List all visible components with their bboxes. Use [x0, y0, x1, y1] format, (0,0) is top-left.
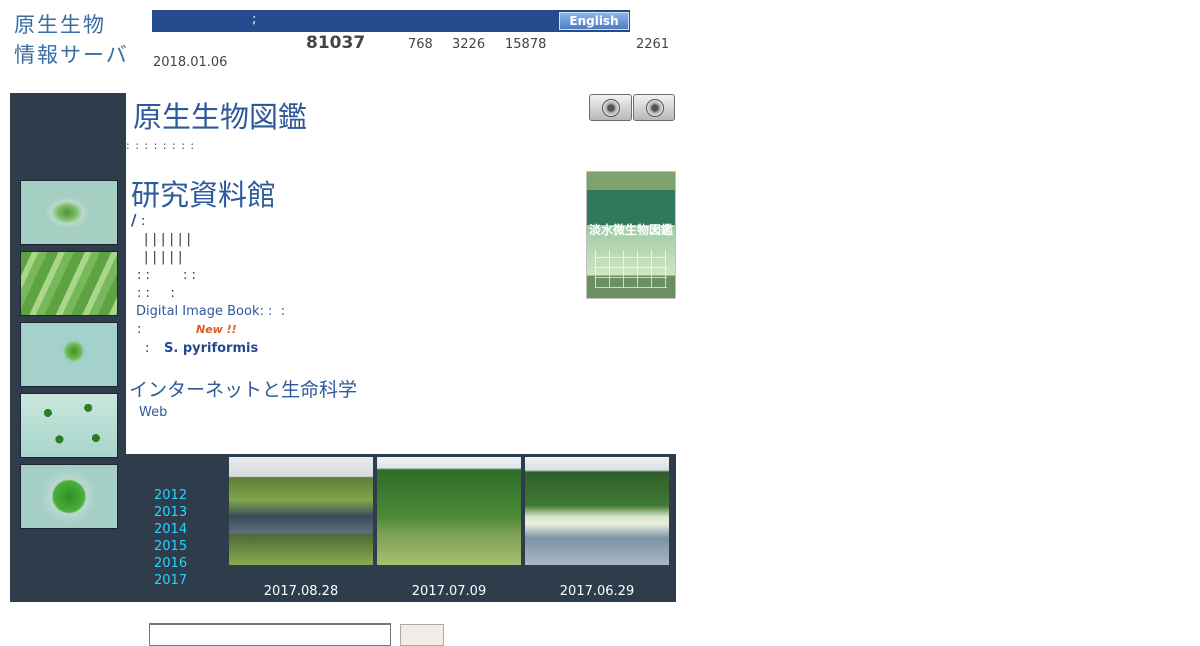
access-counter: 2261	[636, 37, 670, 52]
photo-gallery-panel: 2012 2013 2014 2015 2016 2017 2017.08.28…	[126, 454, 676, 602]
archive-line: :	[145, 341, 150, 356]
photo-date: 2017.07.09	[411, 584, 487, 599]
access-counter: 768	[408, 37, 433, 52]
archive-title[interactable]: 研究資料館	[131, 172, 276, 214]
archive-line-colon: :	[141, 214, 146, 229]
book-cover[interactable]: 淡水微生物図鑑	[586, 171, 676, 299]
updated-date: 2018.01.06	[153, 55, 228, 70]
book-cover-grid	[595, 250, 667, 288]
digital-image-book-link[interactable]: Digital Image Book: : :	[136, 304, 285, 319]
category-links[interactable]: : : : : : : : :	[126, 139, 195, 152]
internet-title[interactable]: インターネットと生命科学	[129, 375, 357, 402]
left-sidebar	[10, 93, 126, 602]
photo-date: 2017.06.29	[559, 584, 635, 599]
zukan-title[interactable]: 原生生物図鑑	[133, 94, 307, 136]
book-cover-photo	[587, 172, 675, 190]
compact-camera-icon[interactable]	[633, 94, 675, 121]
english-button[interactable]: English	[559, 12, 629, 30]
camera-icon[interactable]	[589, 94, 632, 121]
top-navigation-bar: ; English	[152, 10, 630, 32]
species-link[interactable]: S. pyriformis	[164, 341, 258, 356]
field-photo[interactable]	[525, 457, 669, 565]
site-title-line1: 原生生物	[14, 13, 106, 37]
year-link[interactable]: 2014	[154, 521, 187, 538]
archive-links-row1[interactable]: | | | | | |	[144, 232, 191, 247]
year-link[interactable]: 2016	[154, 555, 187, 572]
colony-thumbnail[interactable]	[20, 393, 118, 458]
web-link[interactable]: Web	[139, 405, 167, 420]
access-counter: 15878	[505, 37, 547, 52]
site-title-line2: 情報サーバ	[14, 43, 129, 67]
camera-lens-icon	[646, 99, 664, 117]
archive-links-row2[interactable]: | | | | |	[144, 250, 182, 265]
year-link[interactable]: 2012	[154, 487, 187, 504]
archive-line[interactable]: : : : :	[137, 268, 196, 283]
search-input[interactable]	[149, 623, 391, 646]
flagellate-thumbnail[interactable]	[20, 322, 118, 387]
site-title[interactable]: 原生生物 情報サーバ	[14, 10, 129, 70]
access-counter-total: 81037	[306, 33, 366, 53]
micrasterias-thumbnail[interactable]	[20, 464, 118, 529]
year-link[interactable]: 2017	[154, 572, 187, 589]
access-counter: 3226	[452, 37, 486, 52]
field-photo[interactable]	[377, 457, 521, 565]
book-cover-title: 淡水微生物図鑑	[588, 223, 673, 237]
camera-lens-icon	[602, 99, 620, 117]
year-link[interactable]: 2015	[154, 538, 187, 555]
top-bar-text: ;	[252, 12, 257, 27]
year-list: 2012 2013 2014 2015 2016 2017	[154, 487, 187, 589]
new-badge: New !!	[196, 323, 237, 336]
archive-line[interactable]: : : :	[137, 286, 175, 301]
field-photo[interactable]	[229, 457, 373, 565]
search-button[interactable]	[400, 624, 444, 646]
archive-line[interactable]: :	[137, 322, 141, 337]
year-link[interactable]: 2013	[154, 504, 187, 521]
diatom-thumbnail[interactable]	[20, 251, 118, 316]
photo-date: 2017.08.28	[263, 584, 339, 599]
slash-mark: /	[131, 211, 137, 229]
euglena-thumbnail[interactable]	[20, 180, 118, 245]
